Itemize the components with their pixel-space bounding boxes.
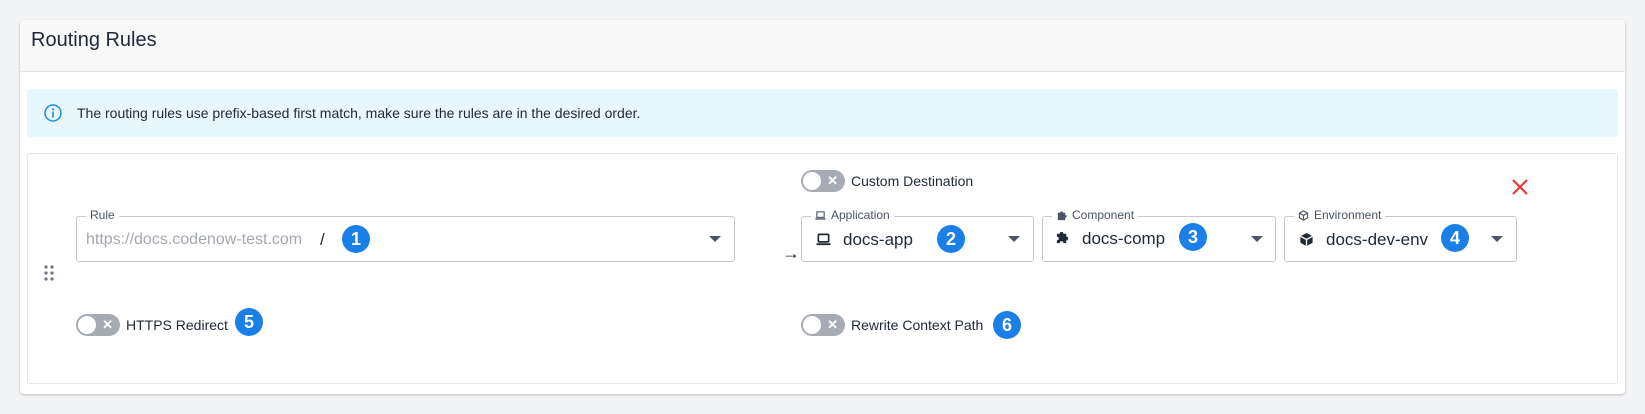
environment-value: docs-dev-env	[1326, 230, 1429, 249]
toggle-off-icon: ✕	[827, 317, 838, 332]
page-title: Routing Rules	[31, 29, 157, 51]
annotation-badge-1: 1	[342, 225, 370, 253]
application-value: docs-app	[843, 230, 913, 249]
rule-field[interactable]: Rule https://docs.codenow-test.com /	[76, 208, 735, 262]
path-separator: /	[320, 230, 325, 249]
rewrite-context-path-toggle[interactable]: ✕	[801, 314, 845, 336]
application-chevron-down-icon[interactable]	[1008, 236, 1020, 242]
cube-icon	[1300, 232, 1313, 247]
environment-select[interactable]: Environment docs-dev-env	[1284, 208, 1517, 262]
puzzle-icon	[1057, 210, 1067, 220]
toggle-off-icon: ✕	[102, 317, 113, 332]
component-chevron-down-icon[interactable]	[1251, 236, 1263, 242]
component-select[interactable]: Component docs-comp	[1042, 208, 1276, 262]
drag-handle-icon[interactable]	[42, 264, 56, 282]
application-label: Application	[811, 208, 894, 222]
puzzle-icon	[1056, 231, 1069, 244]
annotation-badge-4: 4	[1441, 224, 1469, 252]
rewrite-context-path-label: Rewrite Context Path	[851, 317, 984, 333]
toggle-knob	[803, 316, 821, 334]
arrow-right-icon: →	[782, 243, 800, 263]
routing-rules-card: Routing Rules The routing rules use pref…	[20, 20, 1625, 394]
annotation-badge-2: 2	[937, 225, 965, 253]
info-banner: The routing rules use prefix-based first…	[27, 89, 1618, 137]
laptop-icon	[815, 210, 826, 220]
remove-rule-close-icon[interactable]	[1511, 178, 1529, 196]
application-select[interactable]: Application docs-app	[801, 208, 1034, 262]
card-header: Routing Rules	[20, 20, 1625, 72]
cube-icon	[1298, 209, 1309, 221]
custom-destination-toggle[interactable]: ✕	[801, 170, 845, 192]
info-icon	[44, 104, 62, 122]
https-redirect-toggle[interactable]: ✕	[76, 314, 120, 336]
toggle-knob	[803, 172, 821, 190]
rule-input[interactable]: https://docs.codenow-test.com	[86, 231, 302, 249]
component-label: Component	[1052, 208, 1139, 222]
laptop-icon	[816, 233, 831, 246]
rule-dropdown-chevron-icon[interactable]	[709, 236, 721, 242]
environment-label: Environment	[1294, 208, 1386, 222]
annotation-badge-6: 6	[993, 311, 1021, 339]
custom-destination-label: Custom Destination	[851, 173, 974, 189]
annotation-badge-5: 5	[235, 308, 263, 336]
info-text: The routing rules use prefix-based first…	[77, 105, 641, 121]
component-value: docs-comp	[1082, 229, 1166, 248]
environment-chevron-down-icon[interactable]	[1491, 236, 1503, 242]
toggle-off-icon: ✕	[827, 173, 838, 188]
annotation-badge-3: 3	[1179, 223, 1207, 251]
rule-label: Rule	[86, 208, 119, 222]
https-redirect-label: HTTPS Redirect	[126, 317, 228, 333]
toggle-knob	[78, 316, 96, 334]
